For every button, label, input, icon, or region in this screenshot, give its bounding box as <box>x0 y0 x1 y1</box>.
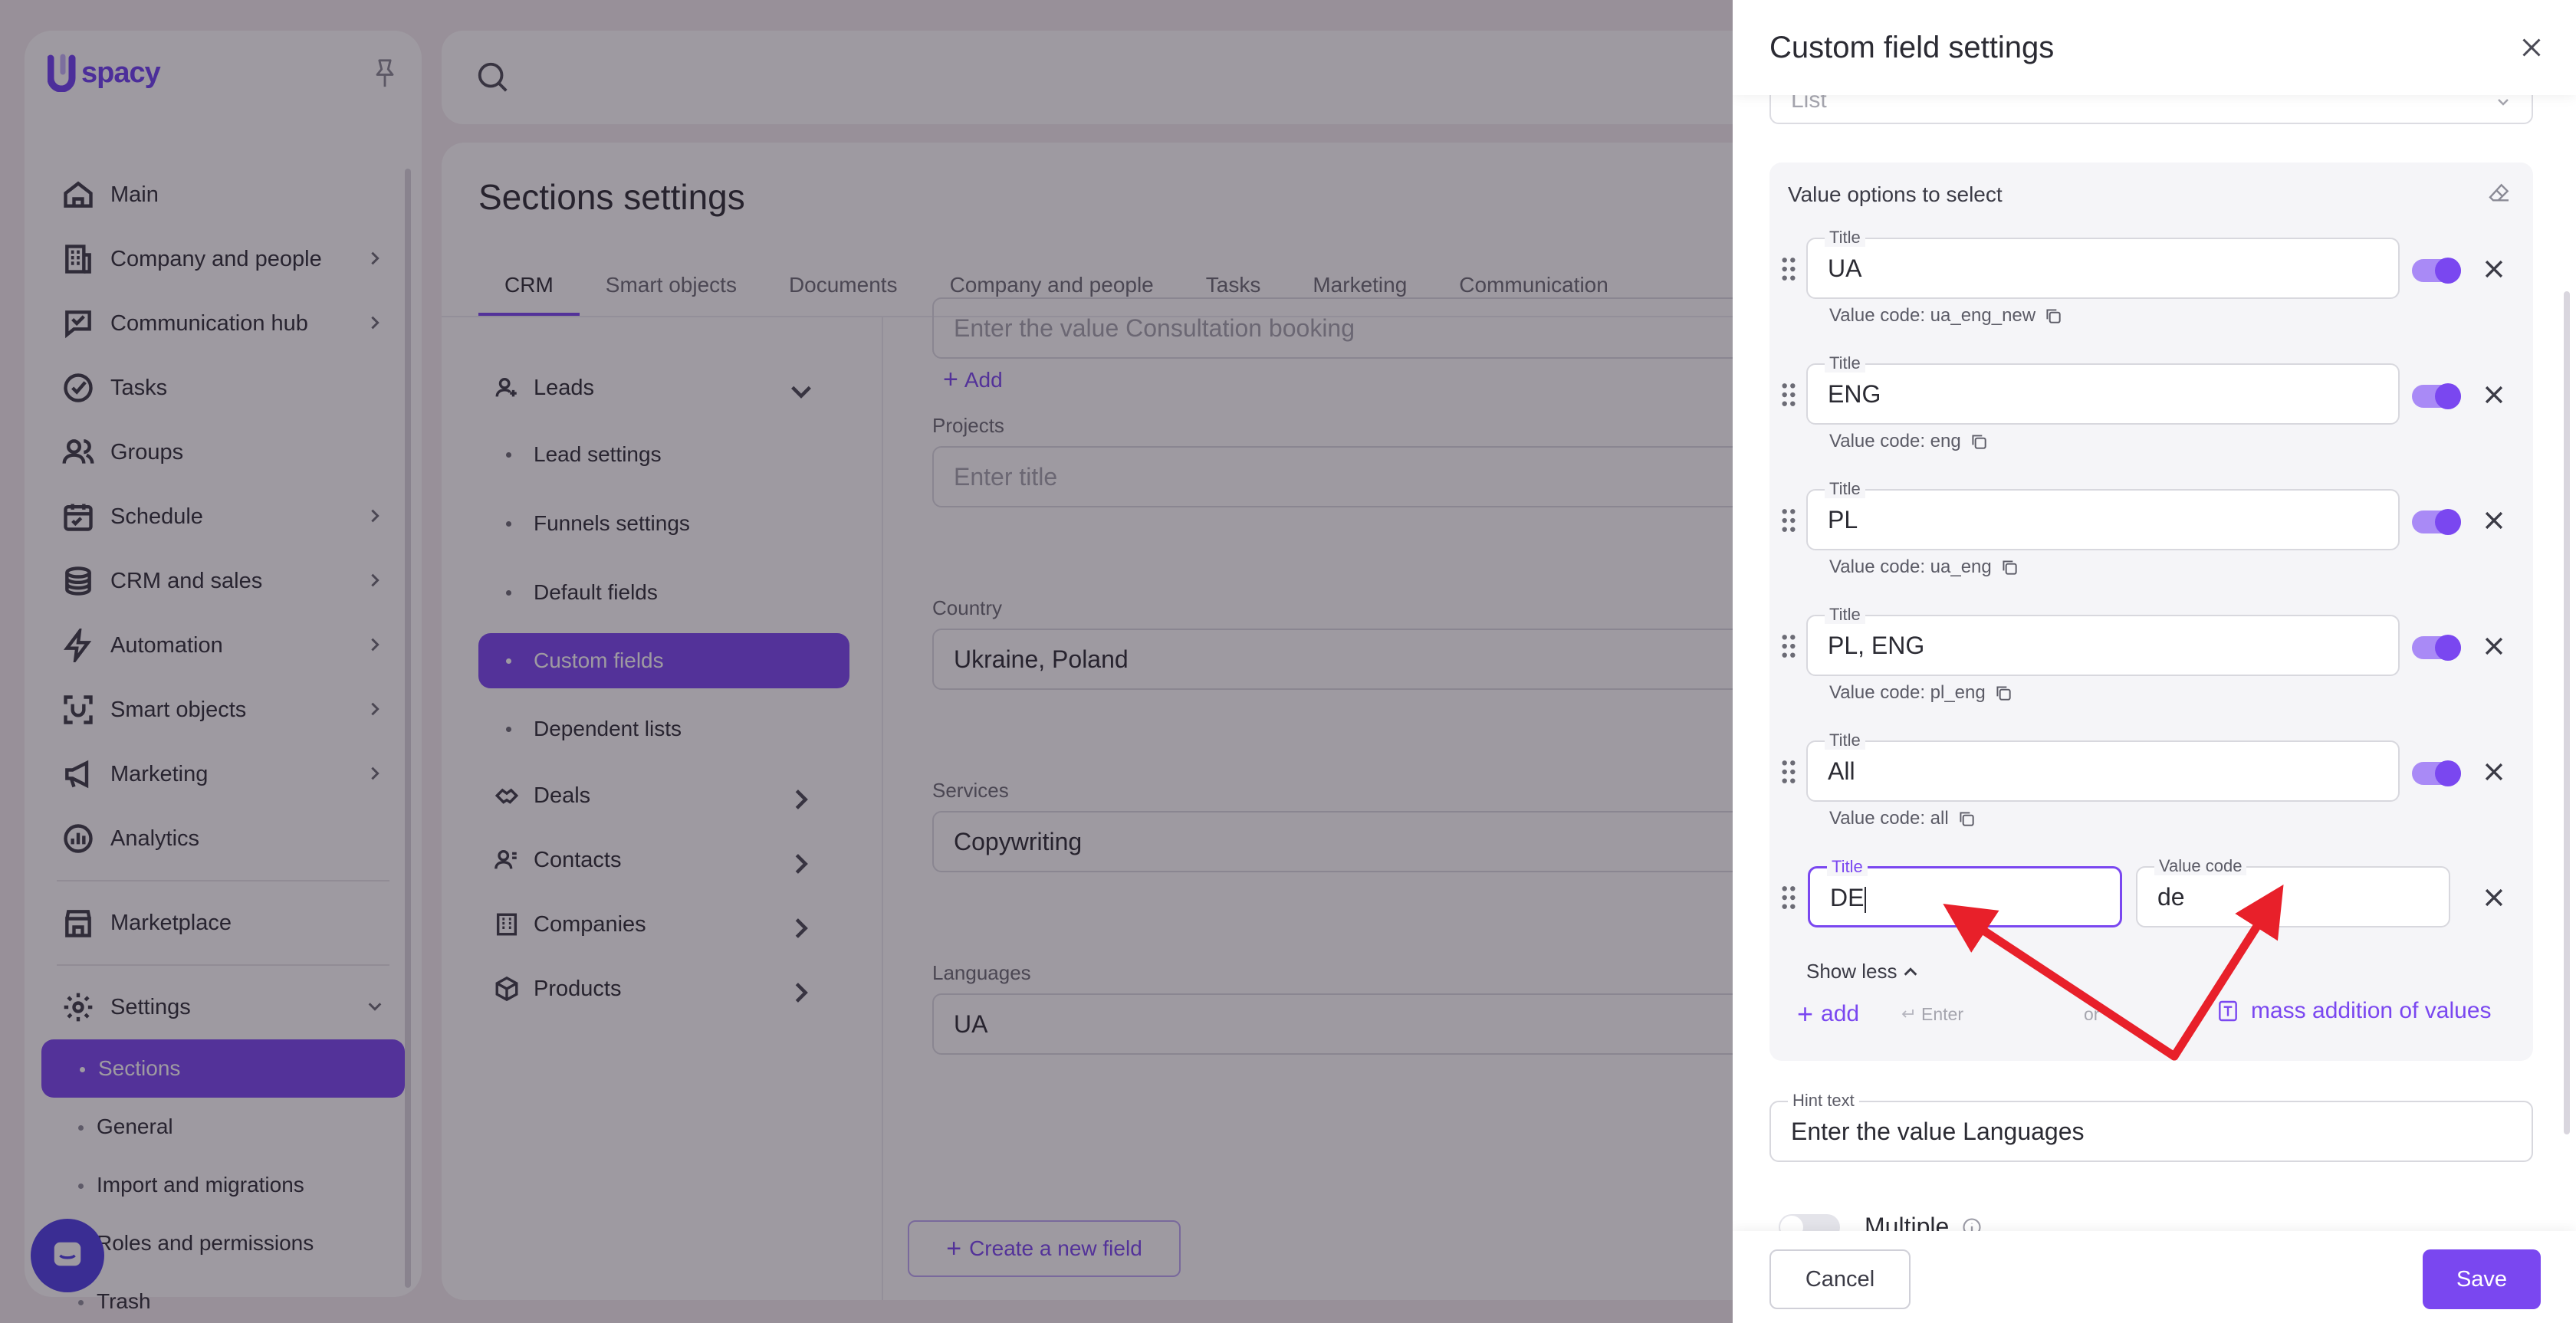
close-icon[interactable] <box>2481 633 2507 659</box>
value-option-row: Title All Value code: all <box>1769 731 2533 866</box>
option-title-value: PL <box>1828 506 1858 533</box>
chevron-down-icon <box>2498 99 2509 106</box>
drag-handle-icon[interactable] <box>1780 759 1797 785</box>
option-title-input[interactable]: Title PL <box>1806 480 2400 550</box>
new-option-code-input[interactable]: Value code de <box>2136 857 2450 927</box>
close-icon[interactable] <box>2481 382 2507 408</box>
option-active-toggle[interactable] <box>2412 383 2461 409</box>
value-option-row: Title PL, ENG Value code: pl_eng <box>1769 606 2533 740</box>
enter-key-icon <box>1901 1009 1914 1018</box>
copy-icon[interactable] <box>1999 557 2019 577</box>
copy-icon[interactable] <box>1969 432 1989 451</box>
drawer-title: Custom field settings <box>1769 31 2055 64</box>
value-option-row: Title ENG Value code: eng <box>1769 354 2533 489</box>
show-less-label: Show less <box>1806 960 1898 983</box>
option-code-text: Value code: ua_eng_new <box>1829 305 2036 326</box>
option-code-text: Value code: ua_eng <box>1829 556 1992 577</box>
new-option-title-label: Title <box>1827 858 1868 876</box>
enter-key-hint: Enter <box>1898 1004 1963 1025</box>
copy-icon[interactable] <box>1993 683 2013 703</box>
add-option-label: add <box>1821 1001 1860 1026</box>
hint-text-value: Enter the value Languages <box>1791 1118 2085 1145</box>
drag-handle-icon[interactable] <box>1780 885 1797 911</box>
option-value-code: Value code: eng <box>1829 431 1989 452</box>
new-option-title-input[interactable]: Title DE <box>1808 858 2122 927</box>
eraser-icon[interactable] <box>2487 181 2512 205</box>
option-title-value: UA <box>1828 254 1862 282</box>
hint-text-input[interactable]: Hint text Enter the value Languages <box>1769 1092 2533 1162</box>
value-options-panel: Value options to select Title UA Value c… <box>1769 163 2533 1061</box>
save-button[interactable]: Save <box>2423 1249 2541 1309</box>
modal-backdrop[interactable] <box>0 0 1733 1323</box>
close-icon[interactable] <box>2481 885 2507 911</box>
new-option-title-text: DE <box>1830 884 1865 911</box>
new-option-title-value: DE <box>1830 884 1867 913</box>
close-icon[interactable] <box>2481 256 2507 282</box>
drawer-header: Custom field settings <box>1733 0 2576 95</box>
drag-handle-icon[interactable] <box>1780 507 1797 533</box>
option-value-code: Value code: pl_eng <box>1829 682 2013 704</box>
custom-field-drawer: List Value options to select Title UA Va… <box>1733 0 2576 1323</box>
chevron-up-icon <box>1904 967 1917 976</box>
close-icon[interactable] <box>2481 507 2507 533</box>
option-title-value: PL, ENG <box>1828 632 1925 659</box>
text-list-icon <box>2219 1000 2237 1022</box>
option-title-input[interactable]: Title ENG <box>1806 354 2400 425</box>
option-title-label: Title <box>1825 228 1865 247</box>
option-active-toggle[interactable] <box>2412 760 2461 786</box>
drag-handle-icon[interactable] <box>1780 633 1797 659</box>
new-option-code-label: Value code <box>2154 857 2247 875</box>
close-icon[interactable] <box>2518 34 2545 61</box>
cancel-button[interactable]: Cancel <box>1769 1249 1911 1309</box>
add-options-row: + add Enter or mass addition of values <box>1797 998 2518 1036</box>
option-code-text: Value code: all <box>1829 808 1949 829</box>
option-title-label: Title <box>1825 606 1865 624</box>
hint-text-label: Hint text <box>1788 1092 1859 1110</box>
new-option-code-value: de <box>2157 883 2185 911</box>
copy-icon[interactable] <box>2043 306 2063 326</box>
text-caret <box>1865 886 1867 913</box>
option-value-code: Value code: ua_eng_new <box>1829 305 2063 327</box>
value-option-row: Title UA Value code: ua_eng_new <box>1769 228 2533 363</box>
or-separator: or <box>2084 1004 2100 1024</box>
show-less-toggle[interactable]: Show less <box>1806 960 1919 983</box>
option-title-label: Title <box>1825 480 1865 498</box>
close-icon[interactable] <box>2481 759 2507 785</box>
option-title-input[interactable]: Title All <box>1806 731 2400 802</box>
option-title-value: All <box>1828 757 1855 785</box>
mass-addition-label: mass addition of values <box>2251 998 2492 1023</box>
copy-icon[interactable] <box>1957 809 1976 829</box>
value-options-heading: Value options to select <box>1788 182 2003 206</box>
enter-hint-label: Enter <box>1921 1004 1963 1024</box>
plus-icon: + <box>1797 998 1814 1029</box>
add-option-button[interactable]: + add <box>1797 998 1859 1030</box>
option-active-toggle[interactable] <box>2412 258 2461 284</box>
drawer-footer: Cancel Save <box>1733 1231 2576 1323</box>
option-active-toggle[interactable] <box>2412 509 2461 535</box>
option-title-label: Title <box>1825 354 1865 373</box>
drag-handle-icon[interactable] <box>1780 256 1797 282</box>
drag-handle-icon[interactable] <box>1780 382 1797 408</box>
drawer-scrollbar[interactable] <box>2564 291 2570 1134</box>
option-value-code: Value code: all <box>1829 808 1976 829</box>
option-title-input[interactable]: Title PL, ENG <box>1806 606 2400 676</box>
mass-addition-button[interactable]: mass addition of values <box>2216 998 2492 1024</box>
option-title-label: Title <box>1825 731 1865 750</box>
option-title-value: ENG <box>1828 380 1881 408</box>
option-title-input[interactable]: Title UA <box>1806 228 2400 299</box>
option-code-text: Value code: pl_eng <box>1829 682 1986 703</box>
value-option-row: Title PL Value code: ua_eng <box>1769 480 2533 615</box>
option-active-toggle[interactable] <box>2412 635 2461 661</box>
option-code-text: Value code: eng <box>1829 431 1961 451</box>
option-value-code: Value code: ua_eng <box>1829 556 2019 578</box>
